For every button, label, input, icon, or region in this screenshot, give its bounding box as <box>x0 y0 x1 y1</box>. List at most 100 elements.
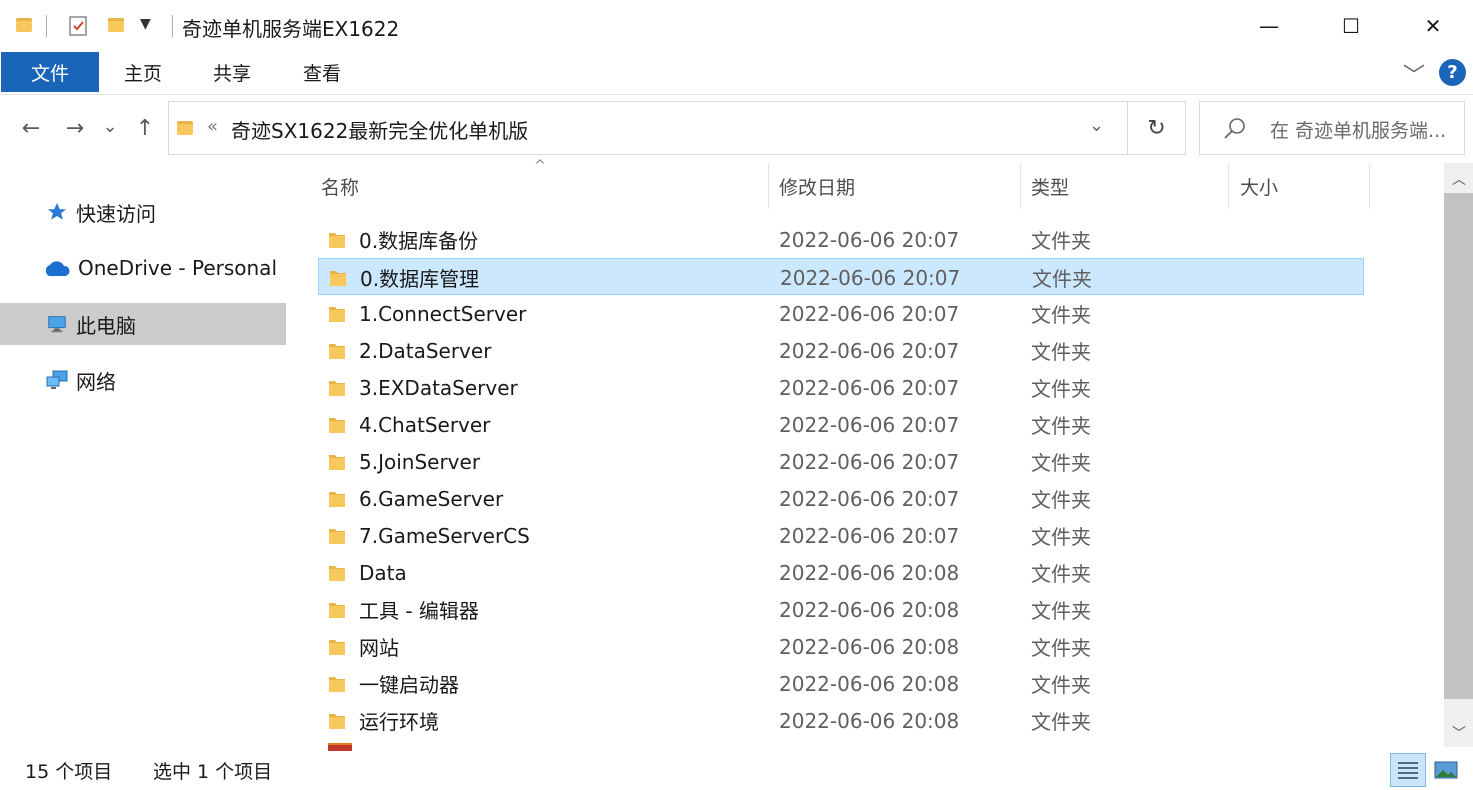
folder-icon <box>177 121 193 135</box>
tab-file[interactable]: 文件 <box>1 52 99 92</box>
file-type: 文件夹 <box>1031 303 1091 327</box>
file-name: 4.ChatServer <box>359 412 491 437</box>
file-type: 文件夹 <box>1031 229 1091 253</box>
sidebar-item-label: 快速访问 <box>76 201 156 226</box>
file-date: 2022-06-06 20:07 <box>779 486 960 511</box>
cloud-icon <box>42 255 72 281</box>
close-icon: ✕ <box>1424 14 1442 38</box>
file-name: 5.JoinServer <box>359 449 481 474</box>
search-input[interactable]: 在 奇迹单机服务端... <box>1270 116 1446 143</box>
table-row[interactable]: 2.DataServer 2022-06-06 20:07 文件夹 <box>318 332 1364 369</box>
tab-view[interactable]: 查看 <box>288 52 356 92</box>
table-row[interactable]: 工具 - 编辑器 2022-06-06 20:08 文件夹 <box>318 591 1364 628</box>
up-button[interactable]: ↑ <box>130 113 160 143</box>
breadcrumb-current[interactable]: 奇迹SX1622最新完全优化单机版 <box>231 115 528 144</box>
table-row[interactable]: 4.ChatServer 2022-06-06 20:07 文件夹 <box>318 406 1364 443</box>
new-folder-icon[interactable] <box>108 18 124 32</box>
large-icons-view-button[interactable] <box>1432 756 1460 784</box>
file-date: 2022-06-06 20:07 <box>779 375 960 400</box>
minimize-button[interactable]: — <box>1228 0 1310 52</box>
file-name: 工具 - 编辑器 <box>359 599 479 623</box>
column-header-size[interactable]: 大小 <box>1240 163 1368 209</box>
column-divider[interactable] <box>1228 163 1229 209</box>
folder-icon <box>329 307 345 322</box>
folder-icon <box>329 677 345 692</box>
file-date: 2022-06-06 20:08 <box>779 634 960 659</box>
sidebar-item-label: OneDrive - Personal <box>78 256 277 280</box>
file-name: 一键启动器 <box>359 673 459 697</box>
scrollbar-thumb[interactable] <box>1444 193 1473 699</box>
address-bar[interactable]: « 奇迹SX1622最新完全优化单机版 ⌄ <box>168 101 1128 155</box>
file-type: 文件夹 <box>1031 710 1091 734</box>
chevron-down-icon: ⌄ <box>102 115 118 137</box>
file-date: 2022-06-06 20:07 <box>779 523 960 548</box>
network-icon <box>44 367 70 393</box>
table-row[interactable]: 3.EXDataServer 2022-06-06 20:07 文件夹 <box>318 369 1364 406</box>
properties-icon[interactable] <box>66 14 90 38</box>
file-date: 2022-06-06 20:08 <box>779 708 960 733</box>
table-row[interactable]: 1.ConnectServer 2022-06-06 20:07 文件夹 <box>318 295 1364 332</box>
folder-icon <box>329 381 345 396</box>
sidebar-item-onedrive[interactable]: OneDrive - Personal <box>0 247 286 289</box>
file-type: 文件夹 <box>1031 488 1091 512</box>
table-row[interactable]: 运行环境 2022-06-06 20:08 文件夹 <box>318 702 1364 739</box>
sidebar-item-quick-access[interactable]: 快速访问 <box>0 191 286 233</box>
folder-icon <box>329 492 345 507</box>
table-row[interactable]: 一键启动器 2022-06-06 20:08 文件夹 <box>318 665 1364 702</box>
details-view-button[interactable] <box>1390 753 1426 787</box>
folder-icon <box>329 603 345 618</box>
column-header-name[interactable]: 名称 <box>321 163 767 209</box>
file-name: 0.数据库备份 <box>359 229 479 253</box>
table-row[interactable]: 0.数据库备份 2022-06-06 20:07 文件夹 <box>318 221 1364 258</box>
file-name: 1.ConnectServer <box>359 301 527 326</box>
item-count: 15 个项目 <box>25 760 113 783</box>
recent-locations-button[interactable]: ⌄ <box>98 111 122 141</box>
file-type: 文件夹 <box>1031 451 1091 475</box>
tab-share[interactable]: 共享 <box>198 52 266 92</box>
archive-icon <box>328 743 352 751</box>
quick-access-dropdown-icon[interactable]: ▼ <box>140 16 151 32</box>
file-type: 文件夹 <box>1031 562 1091 586</box>
sidebar-item-label: 网络 <box>76 369 116 394</box>
table-row[interactable]: 6.GameServer 2022-06-06 20:07 文件夹 <box>318 480 1364 517</box>
file-name: Data <box>359 560 407 585</box>
table-row[interactable]: 7.GameServerCS 2022-06-06 20:07 文件夹 <box>318 517 1364 554</box>
help-icon[interactable]: ? <box>1439 59 1466 86</box>
file-date: 2022-06-06 20:07 <box>779 449 960 474</box>
file-date: 2022-06-06 20:07 <box>779 412 960 437</box>
scroll-down-icon[interactable]: ﹀ <box>1452 723 1466 743</box>
column-divider[interactable] <box>768 163 769 209</box>
sidebar-item-this-pc[interactable]: 此电脑 <box>0 303 286 345</box>
file-date: 2022-06-06 20:07 <box>779 338 960 363</box>
breadcrumb-overflow[interactable]: « <box>207 116 218 137</box>
minimize-icon: — <box>1259 14 1279 38</box>
file-name: 0.数据库管理 <box>360 267 480 291</box>
refresh-button[interactable]: ↻ <box>1128 101 1186 155</box>
folder-icon <box>329 714 345 729</box>
column-header-type[interactable]: 类型 <box>1031 163 1227 209</box>
sidebar-item-network[interactable]: 网络 <box>0 359 286 401</box>
column-divider[interactable] <box>1020 163 1021 209</box>
table-row[interactable]: 0.数据库管理 2022-06-06 20:07 文件夹 <box>318 258 1364 295</box>
column-header-date[interactable]: 修改日期 <box>779 163 1019 209</box>
file-type: 文件夹 <box>1031 636 1091 660</box>
file-date: 2022-06-06 20:07 <box>780 265 961 290</box>
large-icons-view-icon <box>1434 761 1458 779</box>
maximize-button[interactable]: ☐ <box>1310 0 1392 52</box>
back-button[interactable]: ← <box>16 113 46 143</box>
column-divider[interactable] <box>1369 163 1370 209</box>
folder-icon <box>16 18 32 32</box>
table-row[interactable]: Data 2022-06-06 20:08 文件夹 <box>318 554 1364 591</box>
tab-home[interactable]: 主页 <box>110 52 176 92</box>
file-type: 文件夹 <box>1031 414 1091 438</box>
ribbon-expand-icon[interactable]: ﹀ <box>1403 58 1425 90</box>
table-row[interactable]: 5.JoinServer 2022-06-06 20:07 文件夹 <box>318 443 1364 480</box>
file-name: 运行环境 <box>359 710 439 734</box>
scroll-up-icon[interactable]: ︿ <box>1452 169 1466 189</box>
forward-button[interactable]: → <box>60 113 90 143</box>
details-view-icon <box>1398 762 1418 779</box>
close-button[interactable]: ✕ <box>1392 0 1473 52</box>
table-row[interactable]: 网站 2022-06-06 20:08 文件夹 <box>318 628 1364 665</box>
address-dropdown-icon[interactable]: ⌄ <box>1089 115 1104 136</box>
search-box[interactable]: 在 奇迹单机服务端... <box>1199 101 1465 155</box>
